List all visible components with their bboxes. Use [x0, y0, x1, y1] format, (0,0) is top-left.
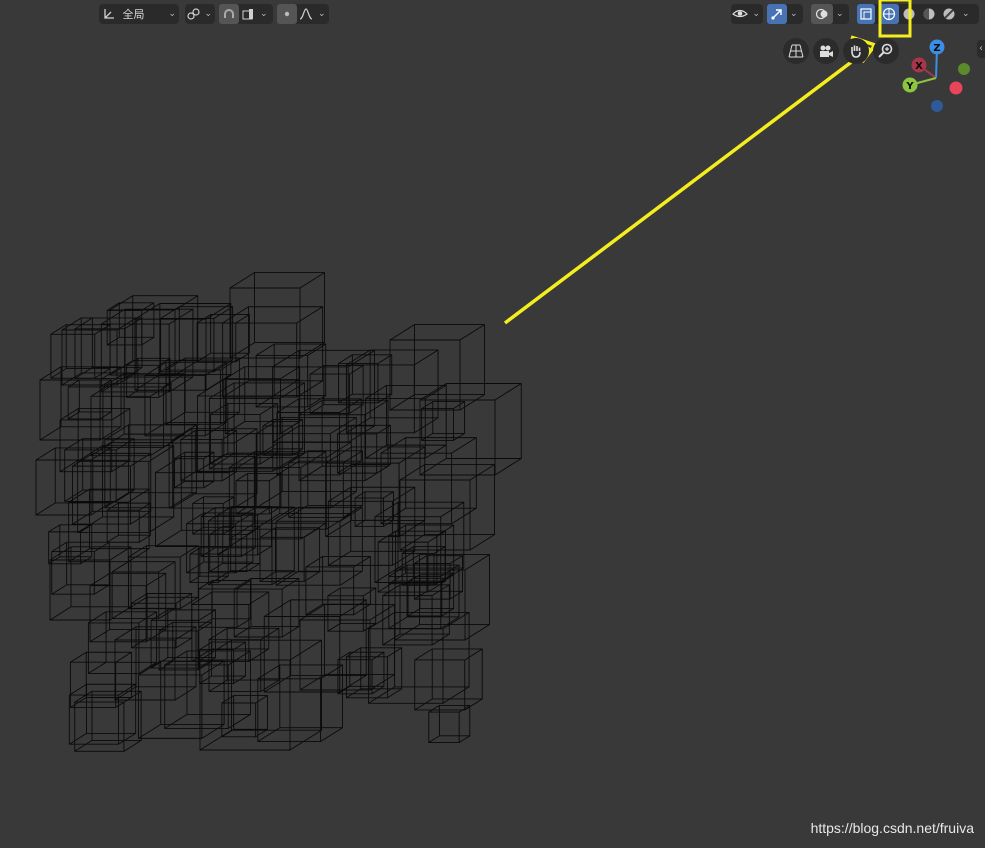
chevron-down-icon[interactable]: ⌄	[959, 9, 973, 19]
gizmo-icon[interactable]	[767, 4, 787, 24]
orientation-label: 全局	[122, 8, 145, 21]
axis-neg-z-handle[interactable]	[931, 100, 943, 112]
viewport-header: 全局 ⌄ ⌄ ⌄ ⌄ ⌄ ⌄ ⌄ ⌄	[0, 0, 985, 28]
svg-text:X: X	[915, 61, 923, 72]
pivot-point-icon	[185, 4, 201, 24]
object-visibility-dropdown[interactable]: ⌄	[731, 4, 763, 24]
transform-orientation-icon	[99, 4, 119, 24]
svg-text:Y: Y	[905, 81, 914, 92]
snapping-group: ⌄	[219, 4, 273, 24]
object-visibility-eye-icon	[731, 4, 749, 24]
shading-mode-group: ⌄	[857, 4, 979, 24]
axis-neg-y-handle[interactable]	[958, 63, 970, 75]
pivot-point-dropdown[interactable]: ⌄	[185, 4, 215, 24]
snap-magnet-icon[interactable]	[219, 4, 239, 24]
pan-view-button[interactable]	[843, 38, 869, 64]
chevron-down-icon[interactable]: ⌄	[257, 9, 271, 19]
zoom-magnifier-icon	[878, 43, 894, 59]
svg-text:Z: Z	[933, 43, 940, 54]
snap-increment-icon[interactable]	[239, 4, 257, 24]
shading-rendered-icon[interactable]	[939, 4, 959, 24]
camera-view-button[interactable]	[813, 38, 839, 64]
proportional-editing-group: ⌄	[277, 4, 329, 24]
chevron-down-icon: ⌄	[168, 9, 176, 19]
chevron-down-icon[interactable]: ⌄	[833, 9, 847, 19]
axis-x-handle[interactable]: X	[911, 57, 927, 73]
axis-z-handle[interactable]: Z	[929, 39, 945, 55]
3d-viewport[interactable]: 全局 ⌄ ⌄ ⌄ ⌄ ⌄ ⌄ ⌄ ⌄ ‹ Z X Y https://blog.…	[0, 0, 985, 848]
camera-icon	[818, 44, 834, 58]
chevron-down-icon: ⌄	[752, 9, 760, 19]
overlays-toggle-group: ⌄	[811, 4, 849, 24]
chevron-down-icon[interactable]: ⌄	[315, 9, 329, 19]
chevron-down-icon[interactable]: ⌄	[787, 9, 801, 19]
zoom-view-button[interactable]	[873, 38, 899, 64]
falloff-curve-icon[interactable]	[297, 4, 315, 24]
proportional-edit-icon[interactable]	[277, 4, 297, 24]
toggle-perspective-button[interactable]	[783, 38, 809, 64]
overlays-icon[interactable]	[811, 4, 833, 24]
gizmo-toggle-group: ⌄	[767, 4, 803, 24]
wireframe-edges	[35, 272, 522, 752]
sidebar-toggle-button[interactable]: ‹	[977, 40, 985, 58]
shading-wireframe-icon[interactable]	[879, 4, 899, 24]
wireframe-voxel-mesh	[35, 272, 522, 752]
transform-orientation-dropdown[interactable]: 全局 ⌄	[99, 4, 179, 24]
navigation-gizmo[interactable]: Z X Y	[898, 36, 978, 116]
perspective-grid-icon	[788, 44, 804, 58]
xray-toggle-icon[interactable]	[857, 4, 875, 24]
shading-solid-icon[interactable]	[899, 4, 919, 24]
shading-material-icon[interactable]	[919, 4, 939, 24]
axis-y-handle[interactable]: Y	[902, 77, 918, 93]
axis-neg-x-handle[interactable]	[949, 81, 963, 95]
chevron-down-icon: ⌄	[204, 9, 212, 19]
watermark-text: https://blog.csdn.net/fruiva	[810, 820, 974, 836]
hand-pan-icon	[849, 44, 863, 58]
